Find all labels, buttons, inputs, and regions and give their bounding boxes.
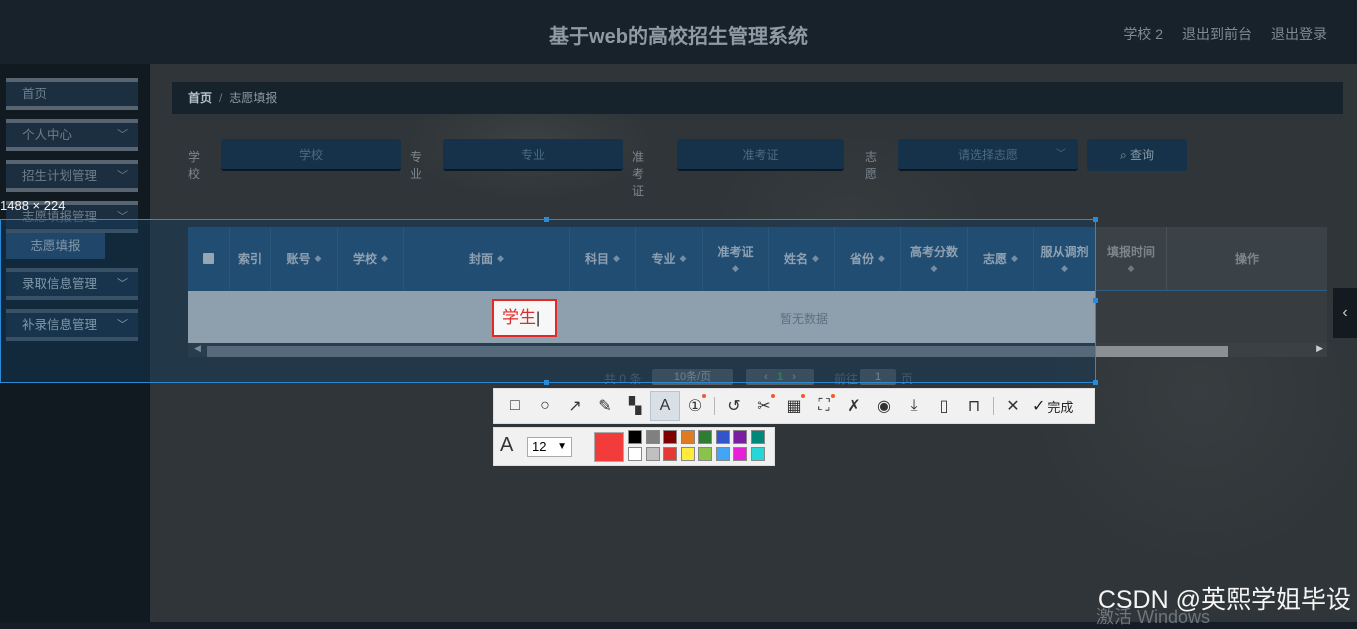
wish-select-value: 请选择志愿: [957, 148, 1018, 162]
exam-label: 准考证: [632, 150, 645, 198]
top-header: 基于web的高校招生管理系统 学校 2 退出到前台 退出登录: [0, 0, 1357, 64]
breadcrumb-current: 志愿填报: [229, 91, 278, 105]
color-swatch[interactable]: [733, 447, 747, 461]
table-body-overflow: [1096, 291, 1327, 343]
screenshot-toolbar: □ ○ ↗ ✎ ▚ A ① ↺ ✂ ▦ ⛶ ✗ ◉ ⤓ ▯ ⊓ ✕ ✓ 完成: [493, 388, 1095, 424]
resize-handle[interactable]: [544, 380, 549, 385]
color-swatch[interactable]: [645, 430, 660, 444]
color-swatch[interactable]: [733, 430, 747, 444]
color-swatch[interactable]: [698, 447, 712, 461]
color-swatch[interactable]: [663, 447, 677, 461]
ocr-icon[interactable]: ▦: [779, 391, 809, 421]
color-swatch[interactable]: [698, 430, 712, 444]
sidebar-item-home[interactable]: 首页: [6, 78, 138, 110]
color-swatch[interactable]: [715, 430, 730, 444]
search-button[interactable]: ⌕ 查询: [1087, 139, 1187, 171]
user-link[interactable]: 学校 2: [1123, 24, 1163, 44]
record-icon[interactable]: ◉: [869, 391, 899, 421]
annotation-text: 学生: [502, 308, 536, 327]
rectangle-tool-icon[interactable]: □: [500, 391, 530, 421]
scroll-right-icon[interactable]: ▶: [1316, 343, 1323, 354]
sidebar-item-label: 招生计划管理: [22, 169, 98, 183]
school-input[interactable]: 学校: [221, 139, 401, 171]
breadcrumb-home[interactable]: 首页: [188, 91, 212, 105]
font-size-select[interactable]: 12 ▼: [527, 437, 572, 457]
resize-handle[interactable]: [544, 217, 549, 222]
check-icon: ✓: [1032, 398, 1046, 415]
done-label: 完成: [1047, 399, 1074, 415]
sidebar-item-plan[interactable]: 招生计划管理 ﹀: [6, 160, 138, 192]
download-icon[interactable]: ⤓: [899, 391, 929, 421]
arrow-tool-icon[interactable]: ↗: [560, 391, 590, 421]
chevron-left-icon: ‹: [1342, 304, 1348, 321]
done-button[interactable]: ✓ 完成: [1032, 396, 1073, 416]
text-style-bar: A 12 ▼: [493, 427, 775, 466]
collapse-tab[interactable]: ‹: [1333, 288, 1357, 338]
pen-tool-icon[interactable]: ✎: [590, 391, 620, 421]
chevron-down-icon: ﹀: [1056, 149, 1066, 160]
search-icon: ⌕: [1119, 148, 1127, 162]
font-size-value: 12: [532, 439, 547, 454]
color-swatch[interactable]: [715, 447, 730, 461]
current-color-swatch[interactable]: [594, 432, 624, 462]
font-icon: A: [500, 434, 514, 456]
to-frontend-link[interactable]: 退出到前台: [1182, 24, 1252, 44]
cut-icon[interactable]: ✂: [749, 391, 779, 421]
phone-icon[interactable]: ▯: [929, 391, 959, 421]
text-annotation[interactable]: 学生|: [492, 299, 557, 337]
chevron-down-icon: ﹀: [117, 170, 128, 182]
exam-number-input[interactable]: 准考证: [677, 139, 844, 171]
activate-windows-text: 激活 Windows: [1096, 607, 1211, 627]
resize-handle[interactable]: [1093, 298, 1098, 303]
wish-select[interactable]: 请选择志愿 ﹀: [898, 139, 1078, 171]
sidebar-item-label: 首页: [22, 87, 48, 101]
mosaic-tool-icon[interactable]: ▚: [620, 391, 650, 421]
sidebar-item-label: 个人中心: [22, 128, 73, 142]
logout-link[interactable]: 退出登录: [1271, 24, 1327, 44]
color-swatch[interactable]: [628, 430, 642, 444]
chevron-down-icon: ﹀: [117, 129, 128, 141]
major-label: 专业: [410, 150, 423, 181]
close-icon[interactable]: ✕: [998, 391, 1028, 421]
resize-handle[interactable]: [1093, 380, 1098, 385]
resize-handle[interactable]: [1093, 217, 1098, 222]
school-label: 学校: [188, 150, 201, 181]
col-fill-time[interactable]: 填报时间 ◆: [1096, 227, 1167, 290]
scan-icon[interactable]: ⛶: [809, 391, 839, 421]
ellipse-tool-icon[interactable]: ○: [530, 391, 560, 421]
breadcrumb-separator: /: [219, 91, 223, 105]
number-tool-icon[interactable]: ①: [680, 391, 710, 421]
top-nav: 学校 2 退出到前台 退出登录: [1123, 24, 1327, 44]
major-input[interactable]: 专业: [443, 139, 623, 171]
wish-label: 志愿: [865, 150, 878, 181]
col-actions: 操作: [1167, 227, 1327, 290]
color-swatch[interactable]: [645, 447, 660, 461]
color-swatch[interactable]: [680, 447, 695, 461]
search-button-label: 查询: [1130, 148, 1155, 162]
color-swatch[interactable]: [663, 430, 677, 444]
sidebar-item-personal[interactable]: 个人中心 ﹀: [6, 119, 138, 151]
undo-icon[interactable]: ↺: [719, 391, 749, 421]
dropdown-icon: ▼: [557, 441, 567, 452]
breadcrumb: 首页 / 志愿填报: [172, 82, 1343, 114]
pin-icon[interactable]: ✗: [839, 391, 869, 421]
selection-size-label: 1488 × 224: [0, 198, 66, 213]
color-swatch[interactable]: [628, 447, 642, 461]
color-swatch[interactable]: [750, 430, 765, 444]
color-swatch[interactable]: [680, 430, 695, 444]
bookmark-icon[interactable]: ⊓: [959, 391, 989, 421]
text-tool-icon[interactable]: A: [650, 391, 680, 421]
sort-icon: ◆: [1127, 263, 1135, 273]
color-swatch[interactable]: [750, 447, 765, 461]
